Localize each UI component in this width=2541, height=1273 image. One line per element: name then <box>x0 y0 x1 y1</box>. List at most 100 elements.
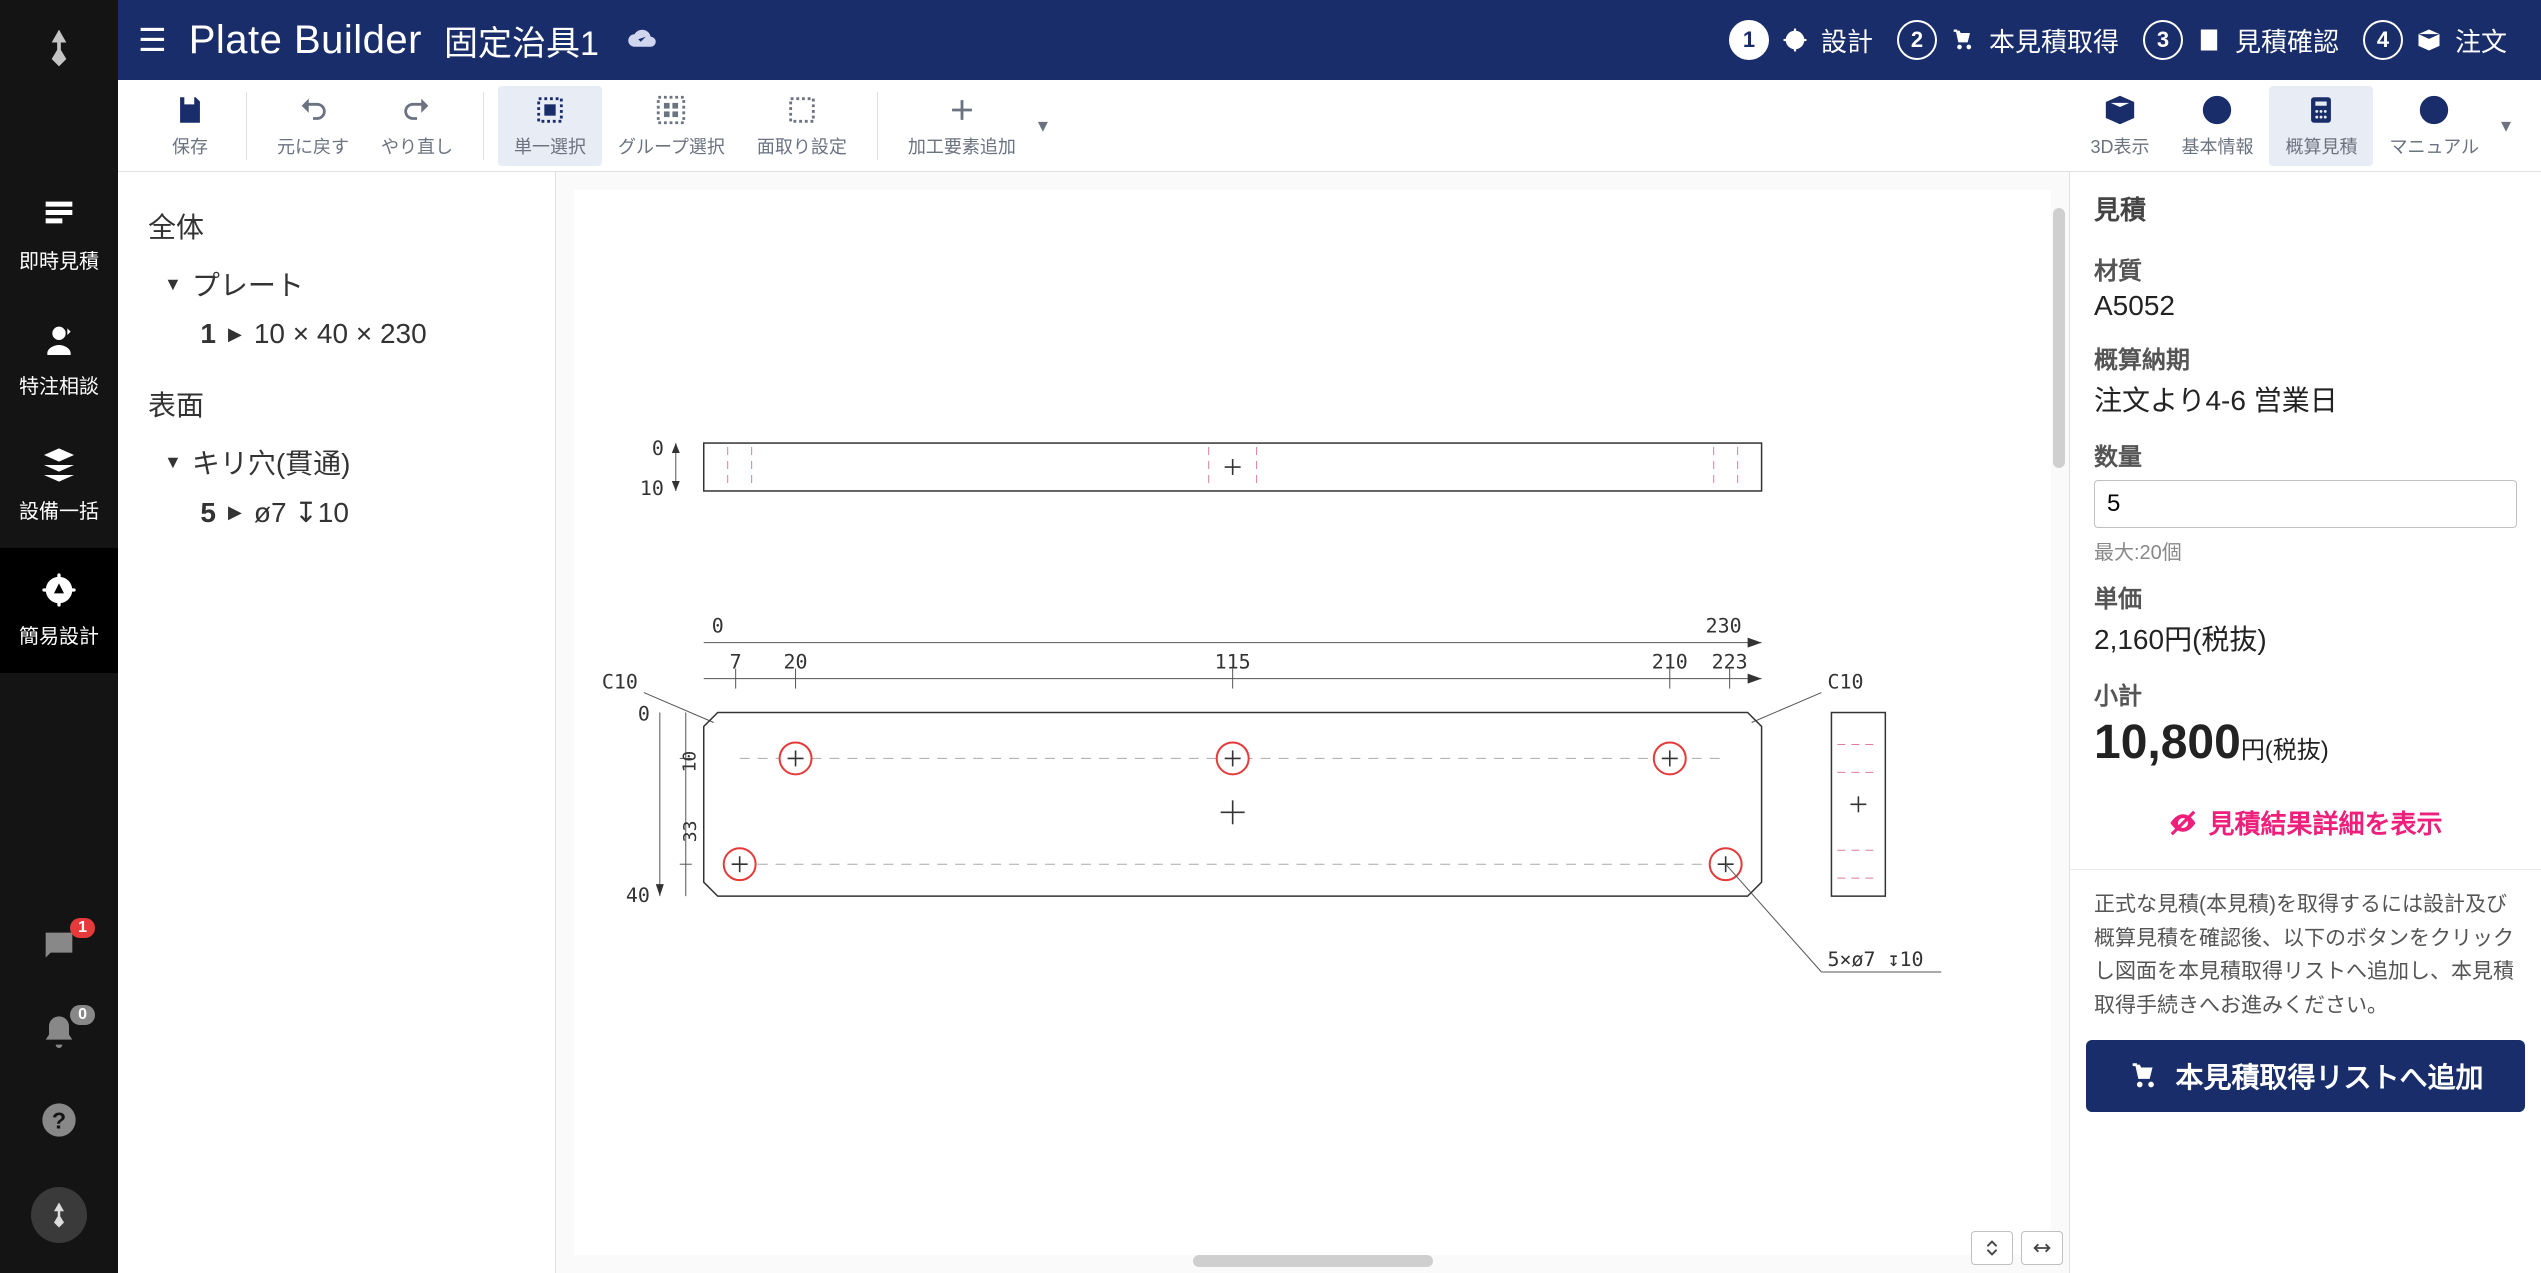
dim-label: 7 <box>730 650 742 674</box>
cta-label: 本見積取得リストへ追加 <box>2175 1056 2483 1096</box>
basic-info-button[interactable]: 基本情報 <box>2165 86 2269 166</box>
tool-label: 加工要素追加 <box>908 133 1016 159</box>
hole[interactable] <box>724 848 756 880</box>
callout-label: 5×ø7 ↧10 <box>1827 947 1923 971</box>
view-3d-button[interactable]: 3D表示 <box>2074 86 2165 166</box>
chamfer-button[interactable]: 面取り設定 <box>741 86 863 166</box>
menu-icon[interactable]: ☰ <box>138 21 167 59</box>
expand-horizontal-button[interactable] <box>2021 1231 2063 1265</box>
tree-leaf-plate-1[interactable]: 1 ▶ 10 × 40 × 230 <box>188 318 539 350</box>
dim-label: 210 <box>1652 650 1688 674</box>
step-order[interactable]: 4 注文 <box>2363 20 2507 60</box>
step-quote-request[interactable]: 2 本見積取得 <box>1897 20 2119 60</box>
estimate-note: 正式な見積(本見積)を取得するには設計及び概算見積を確認後、以下のボタンをクリッ… <box>2070 888 2541 1040</box>
material-value: A5052 <box>2070 290 2541 326</box>
chevron-right-icon: ▶ <box>228 502 242 523</box>
logo[interactable] <box>37 26 81 75</box>
lead-value: 注文より4-6 営業日 <box>2070 379 2541 423</box>
dim-label: 33 <box>680 821 701 843</box>
tree-label: ø7 ↧10 <box>254 496 349 529</box>
step-number: 4 <box>2363 20 2403 60</box>
svg-text:?: ? <box>52 1107 66 1133</box>
tree-label: プレート <box>192 264 304 304</box>
tool-label: グループ選択 <box>618 133 725 159</box>
rail-label: 特注相談 <box>19 370 99 399</box>
tool-label: 元に戻す <box>277 133 349 159</box>
dim-label: 223 <box>1712 650 1748 674</box>
tree-section-all[interactable]: 全体 <box>148 206 539 246</box>
add-feature-button[interactable]: 加工要素追加 <box>892 86 1032 166</box>
dim-label: 0 <box>638 702 650 726</box>
lead-label: 概算納期 <box>2070 326 2541 379</box>
dim-label: 0 <box>652 436 664 460</box>
tool-label: 3D表示 <box>2090 133 2149 159</box>
add-handle[interactable] <box>1221 800 1245 824</box>
qty-note: 最大:20個 <box>2070 532 2541 565</box>
undo-button[interactable]: 元に戻す <box>261 86 365 166</box>
hole[interactable] <box>1654 742 1686 774</box>
dim-label: 230 <box>1706 614 1742 638</box>
hole[interactable] <box>1217 742 1249 774</box>
manual-button[interactable]: マニュアル <box>2373 86 2494 166</box>
tree-label: キリ穴(貫通) <box>192 442 351 482</box>
add-to-quote-list-button[interactable]: 本見積取得リストへ追加 <box>2086 1040 2525 1112</box>
tree-section-surface[interactable]: 表面 <box>148 384 539 424</box>
tool-label: 基本情報 <box>2181 133 2253 159</box>
project-name: 固定治具1 <box>444 16 599 65</box>
group-select-button[interactable]: グループ選択 <box>602 86 741 166</box>
dim-label: 20 <box>784 650 808 674</box>
material-label: 材質 <box>2070 237 2541 290</box>
tool-label: 面取り設定 <box>757 133 847 159</box>
rail-instant-estimate[interactable]: 即時見積 <box>0 173 118 298</box>
chat-icon[interactable]: 1 <box>39 926 79 971</box>
step-label: 注文 <box>2455 22 2507 59</box>
subtotal-unit: 円(税抜) <box>2241 737 2329 764</box>
account-icon[interactable] <box>31 1187 87 1243</box>
unit-price-value: 2,160円(税抜) <box>2070 618 2541 662</box>
detail-link[interactable]: 見積結果詳細を表示 <box>2070 780 2541 869</box>
bell-badge: 0 <box>70 1005 95 1025</box>
step-number: 2 <box>1897 20 1937 60</box>
chevron-down-icon: ▼ <box>164 274 182 295</box>
chevron-down-icon: ▼ <box>164 452 182 473</box>
single-select-button[interactable]: 単一選択 <box>498 86 602 166</box>
tool-label: 単一選択 <box>514 133 586 159</box>
redo-button[interactable]: やり直し <box>365 86 469 166</box>
tree-label: 10 × 40 × 230 <box>254 318 427 350</box>
scrollbar-horizontal[interactable] <box>1193 1255 1433 1267</box>
dim-label: 10 <box>640 476 664 500</box>
rail-equipment[interactable]: 設備一括 <box>0 423 118 548</box>
add-feature-dropdown[interactable]: ▾ <box>1032 113 1048 138</box>
bell-icon[interactable]: 0 <box>39 1013 79 1058</box>
step-design[interactable]: 1 設計 <box>1729 20 1873 60</box>
hole[interactable] <box>780 742 812 774</box>
quantity-input[interactable] <box>2094 480 2517 528</box>
save-button[interactable]: 保存 <box>148 86 232 166</box>
manual-dropdown[interactable]: ▾ <box>2495 113 2511 138</box>
scrollbar-vertical[interactable] <box>2053 208 2065 468</box>
step-number: 3 <box>2143 20 2183 60</box>
dim-label: 10 <box>680 751 701 773</box>
rail-label: 簡易設計 <box>19 620 99 649</box>
help-icon[interactable]: ? <box>39 1100 79 1145</box>
tool-label: 概算見積 <box>2285 133 2357 159</box>
dim-label: C10 <box>602 670 638 694</box>
rail-label: 設備一括 <box>19 495 99 524</box>
rail-custom-consult[interactable]: 特注相談 <box>0 298 118 423</box>
expand-vertical-button[interactable] <box>1971 1231 2013 1265</box>
subtotal-value: 10,800 <box>2094 716 2241 769</box>
step-quote-confirm[interactable]: 3 見積確認 <box>2143 20 2339 60</box>
rail-simple-design[interactable]: 簡易設計 <box>0 548 118 673</box>
tree-index: 1 <box>188 318 216 350</box>
tree-leaf-hole-5[interactable]: 5 ▶ ø7 ↧10 <box>188 496 539 529</box>
step-label: 見積確認 <box>2235 22 2339 59</box>
qty-label: 数量 <box>2070 423 2541 476</box>
subtotal-label: 小計 <box>2070 662 2541 715</box>
step-label: 本見積取得 <box>1989 22 2119 59</box>
estimate-title: 見積 <box>2070 172 2541 237</box>
drawing-canvas[interactable]: 0 10 0 230 7 20 115 21 <box>574 190 2051 1255</box>
tree-node-holes[interactable]: ▼ キリ穴(貫通) <box>164 442 539 482</box>
estimate-button[interactable]: 概算見積 <box>2269 86 2373 166</box>
tree-node-plate[interactable]: ▼ プレート <box>164 264 539 304</box>
dim-label: 40 <box>626 883 650 907</box>
